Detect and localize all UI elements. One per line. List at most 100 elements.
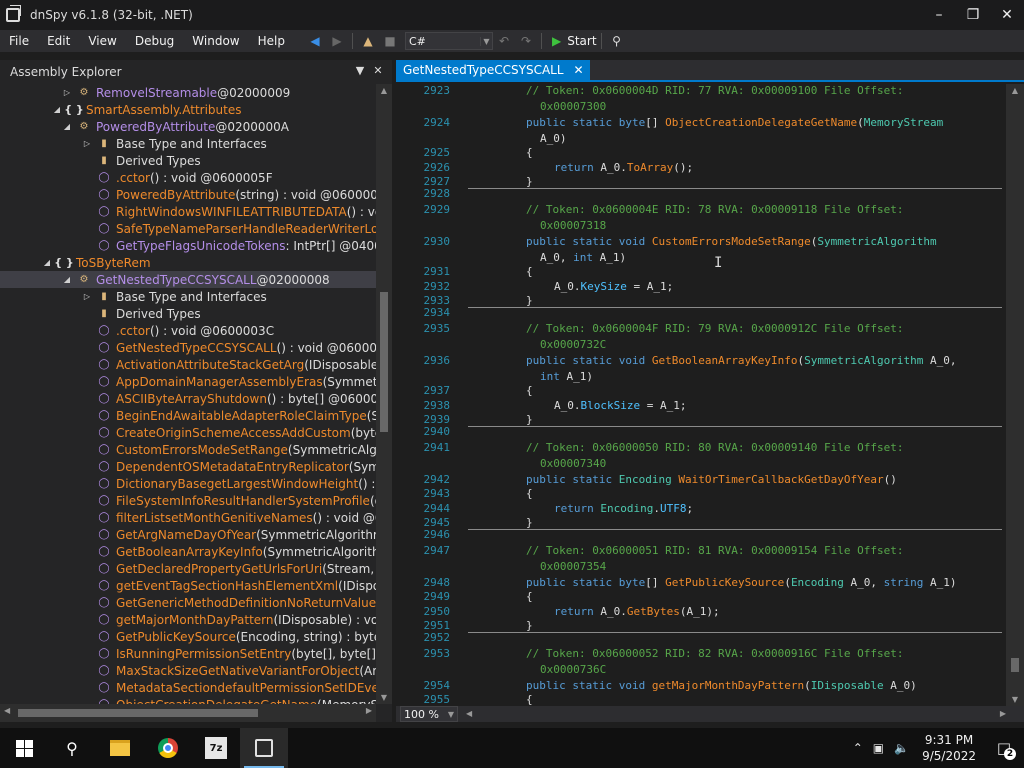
navigate-back-icon[interactable]: ◀	[304, 31, 326, 51]
search-icon[interactable]: ⚲	[606, 31, 628, 51]
tree-vertical-scrollbar[interactable]: ▲ ▼	[376, 84, 392, 704]
scroll-right-icon[interactable]: ▶	[1000, 709, 1006, 718]
notification-center-button[interactable]: □ 2	[984, 728, 1024, 768]
scroll-left-icon[interactable]: ◀	[4, 706, 10, 715]
code-editor[interactable]: I 2923// Token: 0x0600004D RID: 77 RVA: …	[396, 84, 1006, 706]
tree-item[interactable]: ▷ ▮ Base Type and Interfaces	[0, 135, 376, 152]
restore-icon[interactable]: ❐	[956, 0, 990, 30]
menu-file[interactable]: File	[0, 34, 38, 48]
tree-horizontal-scrollbar[interactable]: ◀ ▶	[0, 704, 376, 722]
expand-toggle-icon[interactable]: ▷	[82, 139, 92, 148]
tree-item[interactable]: ◯ DictionaryBasegetLargestWindowHeight() …	[0, 475, 376, 492]
tree-item[interactable]: ◯ IsRunningPermissionSetEntry (byte[], byt…	[0, 645, 376, 662]
tree-item[interactable]: ◯ GetTypeFlagsUnicodeTokens : IntPtr[] @0…	[0, 237, 376, 254]
clock[interactable]: 9:31 PM 9/5/2022	[922, 732, 976, 764]
tree-item[interactable]: ◯ .cctor() : void @0600005F	[0, 169, 376, 186]
expand-toggle-icon[interactable]: ▷	[62, 88, 72, 97]
undo-icon[interactable]: ↶	[493, 31, 515, 51]
editor-horizontal-scrollbar[interactable]: ◀ ▶	[466, 709, 1006, 719]
tree-item[interactable]: ▮ Derived Types	[0, 152, 376, 169]
language-select[interactable]: C# ▼	[404, 32, 493, 50]
panel-close-icon[interactable]: ✕	[370, 64, 386, 77]
tree-item[interactable]: ◯ getMajorMonthDayPattern (IDisposable) : …	[0, 611, 376, 628]
panel-menu-icon[interactable]: ▼	[352, 64, 368, 77]
menu-window[interactable]: Window	[183, 34, 248, 48]
namespace-icon: { }	[54, 256, 74, 269]
tree-item[interactable]: ◯ getEventTagSectionHashElementXml(IDispo…	[0, 577, 376, 594]
tree-item[interactable]: ◯ CustomErrorsModeSetRange(SymmetricAlgor…	[0, 441, 376, 458]
scroll-left-icon[interactable]: ◀	[466, 709, 472, 718]
menu-bar: File Edit View Debug Window Help ◀ ▶ ▲ ■…	[0, 30, 1024, 52]
class-icon: ⚙	[79, 87, 89, 98]
tab-close-icon[interactable]: ✕	[574, 63, 584, 77]
tree-item[interactable]: ◢{ } ToSByteRem	[0, 254, 376, 271]
scrollbar-thumb[interactable]	[18, 709, 258, 717]
start-menu-button[interactable]	[0, 728, 48, 768]
tree-item[interactable]: ◢ ⚙ GetNestedTypeCCSYSCALL @02000008	[0, 271, 376, 288]
tree-item[interactable]: ◯ MetadataSectiondefaultPermissionSetIDEv…	[0, 679, 376, 696]
scrollbar-thumb[interactable]	[380, 292, 388, 432]
expand-toggle-icon[interactable]: ◢	[42, 258, 52, 267]
taskbar-file-explorer[interactable]	[96, 728, 144, 768]
expand-toggle-icon[interactable]: ◢	[62, 122, 72, 131]
save-icon[interactable]: ■	[379, 31, 401, 51]
7zip-icon: 7z	[205, 737, 227, 759]
tree-item[interactable]: ◯ .cctor() : void @0600003C	[0, 322, 376, 339]
method-icon: ◯	[98, 393, 110, 404]
code-token: {	[526, 265, 533, 278]
tree-item[interactable]: ◯ ASCIIByteArrayShutdown() : byte[] @0600…	[0, 390, 376, 407]
tree-item[interactable]: ◯ GetArgNameDayOfYear (SymmetricAlgorithm)…	[0, 526, 376, 543]
tree-item[interactable]: ◯ GetPublicKeySource (Encoding, string) : …	[0, 628, 376, 645]
tree-item[interactable]: ◯ ActivationAttributeStackGetArg (IDisposa…	[0, 356, 376, 373]
menu-view[interactable]: View	[79, 34, 125, 48]
tree-item[interactable]: ◯ DependentOSMetadataEntryReplicator(Symm…	[0, 458, 376, 475]
taskbar-chrome[interactable]	[144, 728, 192, 768]
tree-item[interactable]: ◯ObjectCreationDelegateGetName(MemoryStr…	[0, 696, 376, 705]
taskbar-search-button[interactable]: ⚲	[48, 728, 96, 768]
tree-item[interactable]: ◯ RightWindowsWINFILEATTRIBUTEDATA() : vo…	[0, 203, 376, 220]
tree-item[interactable]: ◯ AppDomainManagerAssemblyEras(SymmetricA	[0, 373, 376, 390]
scroll-down-icon[interactable]: ▼	[1006, 695, 1024, 704]
menu-help[interactable]: Help	[249, 34, 294, 48]
expand-toggle-icon[interactable]: ◢	[52, 105, 62, 114]
tree-item[interactable]: ◯ filterListsetMonthGenitiveNames() : voi…	[0, 509, 376, 526]
zoom-select[interactable]: 100 % ▼	[400, 706, 458, 722]
tree-item[interactable]: ◢ ⚙ PoweredByAttribute @0200000A	[0, 118, 376, 135]
minimize-icon[interactable]: –	[922, 0, 956, 30]
menu-debug[interactable]: Debug	[126, 34, 183, 48]
navigate-forward-icon[interactable]: ▶	[326, 31, 348, 51]
tree-item[interactable]: ▷ ▮ Base Type and Interfaces	[0, 288, 376, 305]
tree-item[interactable]: ◯ FileSystemInfoResultHandlerSystemProfil…	[0, 492, 376, 509]
menu-edit[interactable]: Edit	[38, 34, 79, 48]
scroll-down-icon[interactable]: ▼	[376, 693, 392, 702]
tree-item[interactable]: ◯ GetBooleanArrayKeyInfo (SymmetricAlgorit…	[0, 543, 376, 560]
tree-item[interactable]: ◯ CreateOriginSchemeAccessAddCustom(byte[…	[0, 424, 376, 441]
tree-item[interactable]: ◯ PoweredByAttribute (string) : void @0600…	[0, 186, 376, 203]
open-folder-icon[interactable]: ▲	[357, 31, 379, 51]
chevron-up-icon[interactable]: ⌃	[853, 741, 863, 755]
expand-toggle-icon[interactable]: ◢	[62, 275, 72, 284]
expand-toggle-icon[interactable]: ▷	[82, 292, 92, 301]
tree-item[interactable]: ◯ GetNestedTypeCCSYSCALL() : void @060000…	[0, 339, 376, 356]
redo-icon[interactable]: ↷	[515, 31, 537, 51]
start-debug-button[interactable]: ▶ Start	[552, 34, 597, 48]
tree-item[interactable]: ◯ MaxStackSizeGetNativeVariantForObject (A…	[0, 662, 376, 679]
taskbar-7zip[interactable]: 7z	[192, 728, 240, 768]
tree-item[interactable]: ◯ GetDeclaredPropertyGetUrlsForUri (Stream…	[0, 560, 376, 577]
scroll-right-icon[interactable]: ▶	[366, 706, 372, 715]
tab-getnestedtypeccsyscall[interactable]: GetNestedTypeCCSYSCALL ✕	[396, 60, 590, 80]
volume-icon[interactable]: 🔈	[894, 741, 909, 755]
tree-item[interactable]: ▷ ⚙ RemovelStreamable @02000009	[0, 84, 376, 101]
tree-item[interactable]: ◯ BeginEndAwaitableAdapterRoleClaimType (S…	[0, 407, 376, 424]
tree-item[interactable]: ▮ Derived Types	[0, 305, 376, 322]
taskbar-dnspy[interactable]	[240, 728, 288, 768]
tree-item[interactable]: ◯ SafeTypeNameParserHandleReaderWriterLoc…	[0, 220, 376, 237]
tree-item[interactable]: ◢{ } SmartAssembly.Attributes	[0, 101, 376, 118]
network-icon[interactable]: ▣	[873, 741, 884, 755]
scrollbar-thumb[interactable]	[1011, 658, 1019, 672]
tree-item[interactable]: ◯ GetGenericMethodDefinitionNoReturnValue…	[0, 594, 376, 611]
close-icon[interactable]: ✕	[990, 0, 1024, 30]
scroll-up-icon[interactable]: ▲	[376, 86, 392, 95]
scroll-up-icon[interactable]: ▲	[1006, 86, 1024, 95]
editor-vertical-scrollbar[interactable]: ▲ ▼	[1006, 84, 1024, 706]
